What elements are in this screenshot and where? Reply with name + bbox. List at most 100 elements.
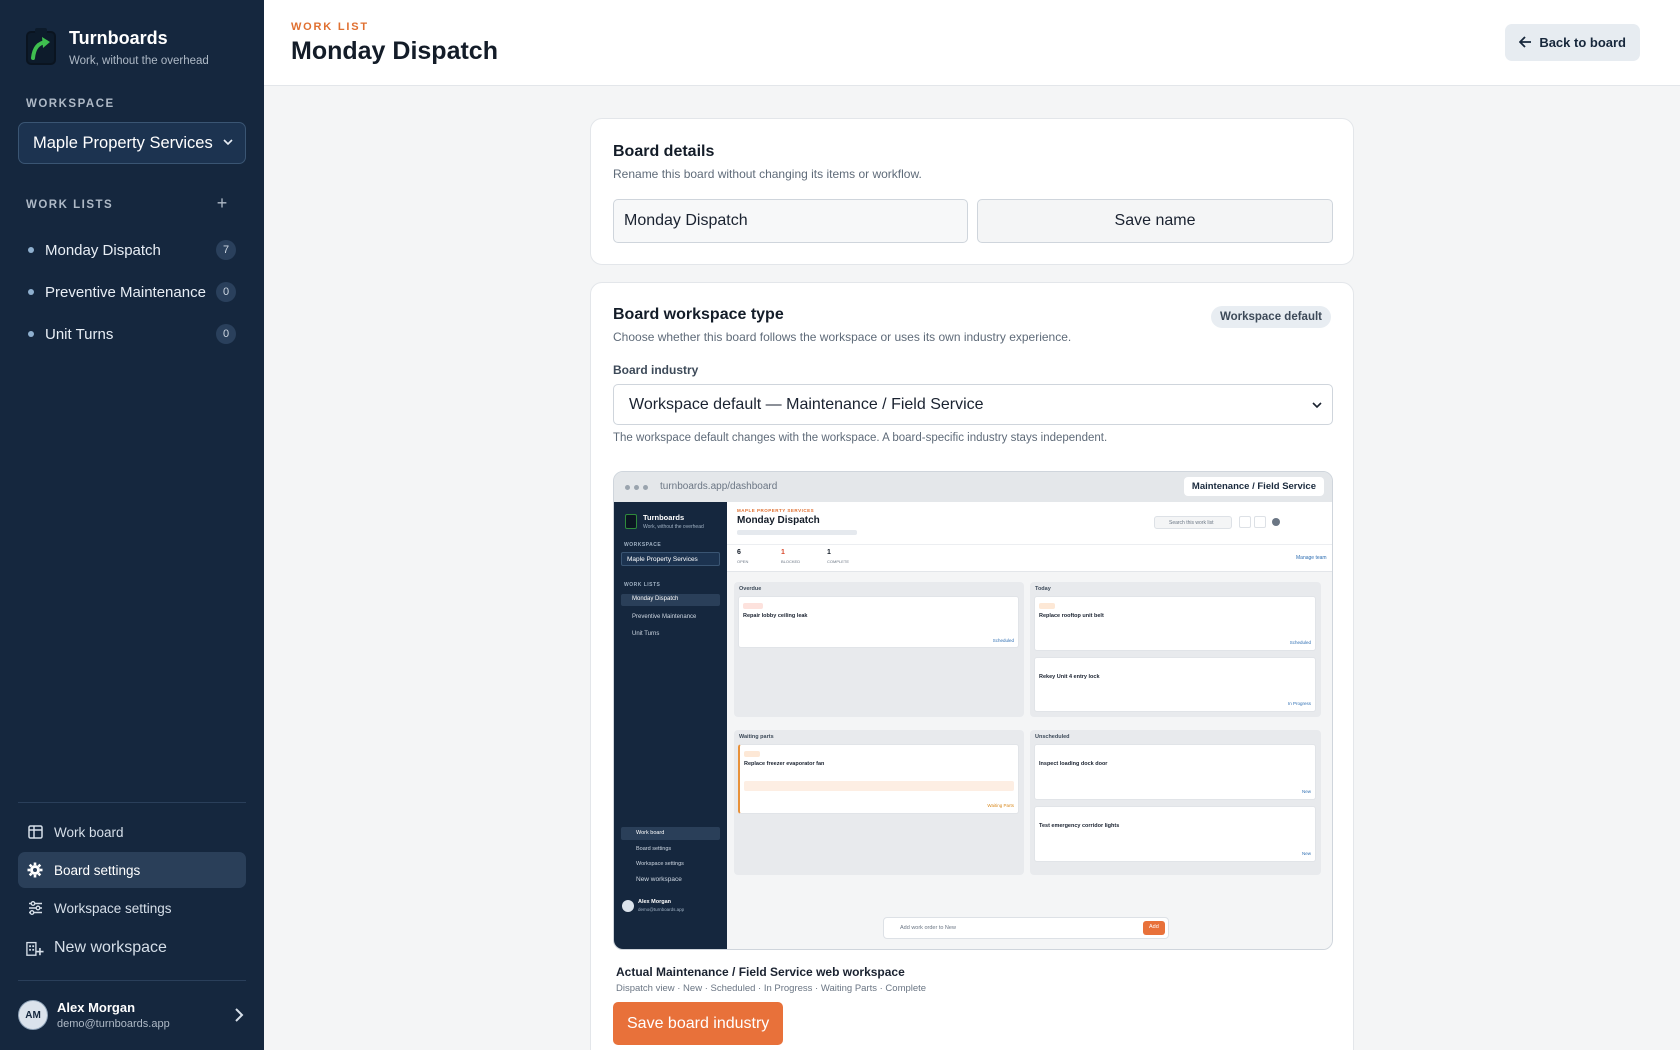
preview-stat-value: 1 xyxy=(781,549,785,556)
preview-brand: Turnboards xyxy=(643,513,685,522)
chevron-down-icon xyxy=(1310,398,1324,417)
workspace-preview: turnboards.app/dashboard Maintenance / F… xyxy=(613,471,1333,950)
sidebar: Turnboards Work, without the overhead WO… xyxy=(0,0,264,1050)
status-badge: Workspace default xyxy=(1210,306,1331,328)
preview-divider xyxy=(727,544,1332,545)
preview-card: Test emergency corridor lights New xyxy=(1034,806,1316,862)
gear-icon xyxy=(26,861,44,879)
preview-sidebar: Turnboards Work, without the overhead WO… xyxy=(614,502,727,949)
gear-icon xyxy=(1272,518,1280,526)
board-details-card: Board details Rename this board without … xyxy=(590,118,1354,265)
preview-user-name: Alex Morgan xyxy=(638,899,672,905)
preview-priority-tag xyxy=(744,751,760,757)
window-dot-icon xyxy=(634,485,639,490)
preview-column-title: Waiting parts xyxy=(739,734,774,740)
preview-add-button: Add xyxy=(1143,921,1165,935)
preview-card-title: Replace freezer evaporator fan xyxy=(744,761,825,767)
save-board-industry-button[interactable]: Save board industry xyxy=(613,1002,784,1045)
nav-board-settings[interactable]: Board settings xyxy=(18,852,246,888)
preview-title: Monday Dispatch xyxy=(737,515,820,526)
building-plus-icon xyxy=(26,939,44,957)
preview-card-title: Replace rooftop unit belt xyxy=(1039,613,1104,619)
preview-nav-item: Board settings xyxy=(636,846,672,852)
back-to-board-button[interactable]: Back to board xyxy=(1505,24,1640,61)
preview-card: Rekey Unit 4 entry lock In Progress xyxy=(1034,657,1316,712)
sliders-icon xyxy=(26,899,44,917)
preview-column: Overdue Repair lobby ceiling leak Schedu… xyxy=(734,582,1024,717)
arrow-left-icon xyxy=(1519,35,1532,51)
nav-new-workspace[interactable]: New workspace xyxy=(18,930,246,966)
board-industry-hint: The workspace default changes with the w… xyxy=(613,432,1108,444)
preview-card-status: Scheduled xyxy=(992,638,1014,643)
sidebar-item-preventive-maintenance[interactable]: Preventive Maintenance 0 xyxy=(18,274,246,310)
preview-card-title: Rekey Unit 4 entry lock xyxy=(1039,674,1100,680)
preview-column-title: Unscheduled xyxy=(1035,734,1070,740)
window-dot-icon xyxy=(625,485,630,490)
preview-column: Waiting parts Replace freezer evaporator… xyxy=(734,730,1024,875)
preview-workspace-label: WORKSPACE xyxy=(624,542,662,548)
user-name: Alex Morgan xyxy=(57,1000,136,1015)
preview-column-title: Today xyxy=(1035,586,1051,592)
board-icon xyxy=(1254,516,1266,528)
chevron-right-icon xyxy=(232,1006,246,1029)
save-name-button[interactable]: Save name xyxy=(977,199,1333,243)
turnboards-logo-icon xyxy=(24,26,58,66)
preview-nav-item: Work board xyxy=(636,830,665,836)
board-industry-select[interactable]: Workspace default — Maintenance / Field … xyxy=(613,384,1333,425)
preview-card-status: Scheduled xyxy=(1289,640,1311,645)
work-list-count: 7 xyxy=(216,240,236,260)
nav-label: Work board xyxy=(54,824,124,840)
preview-search: Search this work list xyxy=(1154,516,1232,529)
preview-card-status: New xyxy=(1301,851,1311,856)
add-work-list-icon[interactable]: + xyxy=(214,194,230,212)
preview-card-status: In Progress xyxy=(1287,701,1311,706)
nav-label: Board settings xyxy=(54,862,141,878)
preview-card: Inspect loading dock door New xyxy=(1034,744,1316,800)
work-list-label: Unit Turns xyxy=(45,325,114,343)
preview-logo-icon xyxy=(625,514,637,529)
work-list-label: Preventive Maintenance xyxy=(45,283,206,301)
preview-url: turnboards.app/dashboard xyxy=(660,481,778,492)
preview-stat-label: BLOCKED xyxy=(781,559,801,564)
nav-work-board[interactable]: Work board xyxy=(18,814,246,850)
preview-card: Repair lobby ceiling leak Scheduled xyxy=(738,596,1019,648)
page-title: Monday Dispatch xyxy=(291,37,498,65)
sidebar-divider xyxy=(18,980,246,981)
board-icon xyxy=(26,823,44,841)
preview-main: MAPLE PROPERTY SERVICES Monday Dispatch … xyxy=(727,502,1332,949)
board-workspace-type-card: Board workspace type Workspace default C… xyxy=(590,282,1354,1050)
nav-workspace-settings[interactable]: Workspace settings xyxy=(18,890,246,926)
sidebar-item-unit-turns[interactable]: Unit Turns 0 xyxy=(18,316,246,352)
board-details-title: Board details xyxy=(613,143,715,160)
workspace-select[interactable]: Maple Property Services xyxy=(18,122,246,164)
preview-subcaption: Dispatch view · New · Scheduled · In Pro… xyxy=(616,983,927,994)
preview-stat-value: 1 xyxy=(827,549,831,556)
board-type-title: Board workspace type xyxy=(613,306,784,323)
sidebar-item-monday-dispatch[interactable]: Monday Dispatch 7 xyxy=(18,232,246,268)
preview-eyebrow: MAPLE PROPERTY SERVICES xyxy=(737,508,815,513)
preview-column: Today Replace rooftop unit belt Schedule… xyxy=(1030,582,1321,717)
work-list-count: 0 xyxy=(216,324,236,344)
list-dot-icon xyxy=(28,247,34,253)
preview-card-title: Repair lobby ceiling leak xyxy=(743,613,808,619)
brand[interactable]: Turnboards Work, without the overhead xyxy=(24,26,209,67)
preview-add-label: Add xyxy=(1149,924,1159,930)
preview-add-placeholder: Add work order to New xyxy=(900,925,956,931)
preview-industry-chip: Maintenance / Field Service xyxy=(1183,477,1324,496)
sidebar-divider xyxy=(18,802,246,803)
preview-column: Unscheduled Inspect loading dock door Ne… xyxy=(1030,730,1321,875)
preview-manage-team: Manage team xyxy=(1296,555,1327,561)
preview-meta-line xyxy=(737,530,857,535)
preview-card: Replace rooftop unit belt Scheduled xyxy=(1034,596,1316,651)
nav-label: Workspace settings xyxy=(54,900,172,916)
preview-card: Replace freezer evaporator fan Waiting P… xyxy=(738,744,1019,814)
preview-caption: Actual Maintenance / Field Service web w… xyxy=(616,965,905,979)
preview-list-item: Unit Turns xyxy=(632,631,660,637)
preview-priority-tag xyxy=(743,603,763,609)
user-menu[interactable]: AM Alex Morgan demo@turnboards.app xyxy=(18,998,246,1032)
preview-user-email: demo@turnboards.app xyxy=(638,907,685,912)
board-name-input[interactable] xyxy=(613,199,968,243)
user-email: demo@turnboards.app xyxy=(57,1018,170,1030)
list-dot-icon xyxy=(28,289,34,295)
back-button-label: Back to board xyxy=(1539,35,1626,50)
